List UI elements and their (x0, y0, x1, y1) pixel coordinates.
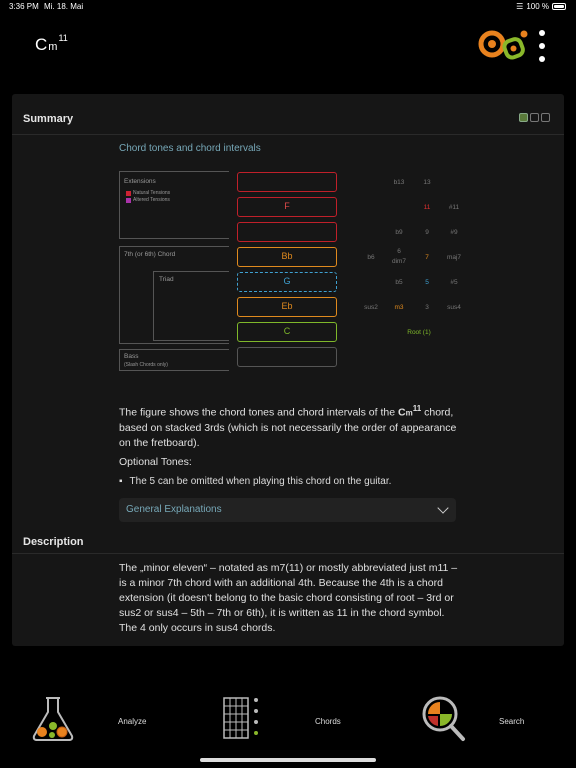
extensions-label: Extensions (124, 178, 156, 185)
interval-label: 13 (423, 179, 431, 186)
interval-label: m3 (394, 304, 404, 311)
interval-label: #9 (450, 229, 458, 236)
legend-natural-label: Natural Tensions (133, 190, 171, 196)
general-explanations-label: General Explanations (126, 504, 222, 515)
tab-chords-label: Chords (315, 717, 341, 726)
interval-label: sus2 (364, 304, 378, 311)
chord-extension: 11 (58, 33, 68, 43)
view-toggle-1[interactable] (519, 113, 528, 122)
interval-label: b9 (395, 229, 403, 236)
tab-analyze-label: Analyze (118, 717, 147, 726)
tone-box (237, 172, 337, 192)
app-logo-icon[interactable] (478, 26, 532, 64)
chord-root: C (35, 35, 48, 54)
interval-label: b13 (393, 179, 405, 186)
more-menu-icon[interactable] (535, 30, 549, 62)
interval-label: dim7 (391, 258, 407, 265)
interval-label: b5 (395, 279, 403, 286)
status-time: 3:36 PM (9, 2, 39, 11)
description-title: Description (23, 536, 84, 548)
flask-icon (32, 697, 74, 741)
explanation-pre: The figure shows the chord tones and cho… (119, 406, 398, 419)
wifi-icon: ☰ (516, 2, 524, 11)
content-panel: Summary Chord tones and chord intervals … (12, 94, 564, 646)
interval-label: 7 (425, 254, 429, 261)
interval-label: b6 (367, 254, 375, 261)
divider (12, 553, 564, 554)
chord-grid-icon (223, 697, 258, 739)
general-explanations-dropdown[interactable]: General Explanations (119, 498, 456, 522)
legend-altered-swatch (126, 197, 131, 203)
status-date: Mi. 18. Mai (44, 2, 84, 11)
bass-note: (Slash Chords only) (124, 362, 168, 368)
home-indicator (200, 758, 376, 762)
tone-box: Bb (237, 247, 337, 267)
chevron-down-icon (437, 502, 449, 514)
interval-label: Root (1) (407, 329, 431, 336)
optional-tones-title: Optional Tones: (119, 456, 192, 468)
tab-analyze[interactable]: Analyze (28, 694, 158, 744)
legend-natural: Natural Tensions (126, 190, 170, 196)
figure-subheading: Chord tones and chord intervals (119, 143, 261, 154)
tab-search[interactable]: Search (420, 694, 550, 744)
explanation-chord-root: C (398, 406, 406, 419)
tab-search-label: Search (499, 717, 525, 726)
interval-label: 3 (425, 304, 429, 311)
tone-box (237, 222, 337, 242)
tone-box: F (237, 197, 337, 217)
legend-natural-swatch (126, 190, 131, 196)
status-bar: 3:36 PM Mi. 18. Mai ☰ 100 % (0, 0, 576, 14)
chord-tones-figure: Extensions Natural Tensions Altered Tens… (119, 169, 461, 374)
legend-altered-label: Altered Tensions (133, 197, 170, 203)
view-toggle-3[interactable] (541, 113, 550, 122)
battery-icon (552, 3, 566, 10)
interval-label: sus4 (447, 304, 461, 311)
figure-explanation: The figure shows the chord tones and cho… (119, 401, 459, 451)
explanation-chord-ext: 11 (412, 404, 422, 413)
optional-tone-item: The 5 can be omitted when playing this c… (119, 476, 392, 487)
divider (12, 134, 564, 135)
tone-box: C (237, 322, 337, 342)
explanation-chord-quality: m (405, 408, 413, 418)
bass-label: Bass (124, 353, 139, 360)
chord-name-title: Cm11 (35, 33, 68, 55)
tone-box: G (237, 272, 337, 292)
interval-label: 5 (425, 279, 429, 286)
tone-box (237, 347, 337, 367)
interval-label: 9 (425, 229, 429, 236)
interval-label: 6 (397, 248, 401, 255)
summary-title: Summary (23, 113, 74, 125)
chord-quality: m (48, 41, 58, 53)
tab-bar: Analyze Chords Search (0, 690, 576, 768)
triad-label: Triad (159, 276, 174, 283)
interval-label: #11 (448, 204, 460, 211)
seventh-chord-label: 7th (or 6th) Chord (124, 251, 176, 258)
interval-label: 11 (423, 204, 431, 211)
interval-label: #5 (450, 279, 458, 286)
interval-label: maj7 (446, 254, 462, 261)
tone-box: Eb (237, 297, 337, 317)
search-icon (422, 696, 465, 741)
view-toggles (519, 113, 550, 122)
tab-chords[interactable]: Chords (222, 694, 372, 744)
description-text: The „minor eleven“ – notated as m7(11) o… (119, 562, 458, 634)
battery-percent: 100 % (526, 2, 549, 11)
status-right: ☰ 100 % (516, 2, 566, 11)
view-toggle-2[interactable] (530, 113, 539, 122)
legend-altered: Altered Tensions (126, 197, 170, 203)
